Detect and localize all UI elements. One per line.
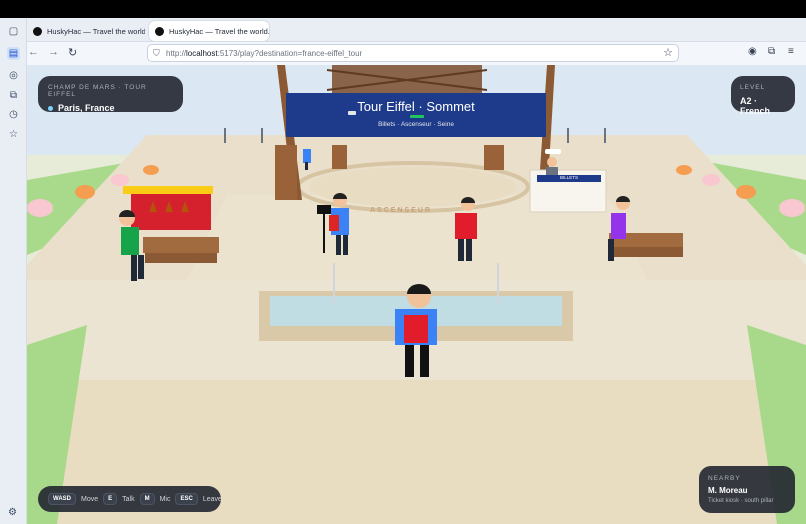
history-icon[interactable]: ◷ xyxy=(7,108,20,121)
bookmark-star-icon[interactable]: ☆ xyxy=(663,46,673,59)
tab-title: HuskyHac — Travel the world. L xyxy=(47,26,145,36)
tab-groups-icon[interactable]: ▢ xyxy=(7,25,20,38)
status-dot-icon xyxy=(48,105,53,111)
nearby-caption: NEARBY xyxy=(708,475,741,482)
tab-2[interactable]: HuskyHac — Travel the world. L ✕ xyxy=(149,21,269,41)
location-card: CHAMP DE MARS · TOUR EIFFEL Paris, Franc… xyxy=(38,76,183,113)
forward-button[interactable]: → xyxy=(48,46,59,58)
location-caption: CHAMP DE MARS · TOUR EIFFEL xyxy=(48,84,147,98)
nearby-name: M. Moreau xyxy=(708,486,748,495)
scene-canvas xyxy=(27,65,806,524)
key-esc: ESC xyxy=(175,493,198,505)
tab-strip: HuskyHac — Travel the world. L ✕ HuskyHa… xyxy=(0,18,806,54)
url-path: :5173/play?destination=france-eiffel_tou… xyxy=(217,48,363,58)
favicon-icon xyxy=(155,26,164,36)
settings-gear-icon[interactable]: ⚙ xyxy=(8,507,17,518)
extensions-ai-icon[interactable]: ◎ xyxy=(7,69,20,82)
window-top-bar xyxy=(0,0,806,18)
key-m: M xyxy=(139,493,155,505)
synced-tabs-icon[interactable]: ⧉ xyxy=(7,89,20,102)
browser-sidebar: ▢ ▤ ◎ ⧉ ◷ ☆ xyxy=(0,18,27,524)
action-mic: Mic xyxy=(159,495,171,503)
url-domain: localhost xyxy=(186,48,218,58)
action-leave: Leave xyxy=(202,495,222,503)
banner-title: Tour Eiffel · Sommet xyxy=(357,99,475,114)
level-value: A2 · French xyxy=(740,96,771,116)
account-icon[interactable]: ◉ xyxy=(748,46,757,57)
game-viewport[interactable]: Tour Eiffel · Sommet Billets · Ascenseur… xyxy=(27,65,806,524)
favicon-icon xyxy=(33,26,42,36)
level-caption: LEVEL xyxy=(740,84,766,91)
sidebar-toggle-icon[interactable]: ▤ xyxy=(7,47,20,60)
controls-bar: WASD Move E Talk M Mic ESC Leave xyxy=(38,486,222,512)
location-city: Paris, France xyxy=(58,103,115,113)
url-bar[interactable]: ⛉ http://localhost:5173/play?destination… xyxy=(147,44,679,62)
level-card: LEVEL A2 · French xyxy=(731,76,795,116)
reload-button[interactable]: ↻ xyxy=(68,46,77,59)
nav-bar: ← → ↻ ⛉ http://localhost:5173/play?desti… xyxy=(27,42,806,65)
banner-subtitle: Billets · Ascenseur · Seine xyxy=(378,121,454,128)
tab-title: HuskyHac — Travel the world. L xyxy=(169,26,269,36)
tab-1[interactable]: HuskyHac — Travel the world. L ✕ xyxy=(27,21,145,41)
nearby-card: NEARBY M. Moreau Ticket kiosk · south pi… xyxy=(699,466,795,513)
action-move: Move xyxy=(81,495,99,503)
bookmarks-icon[interactable]: ☆ xyxy=(7,128,20,141)
floor-label: ASCENSEUR xyxy=(370,207,432,214)
key-e: E xyxy=(103,493,118,505)
key-wasd: WASD xyxy=(48,493,76,505)
action-talk: Talk xyxy=(122,495,135,503)
shield-icon: ⛉ xyxy=(153,48,160,58)
kiosk-sign: BILLETS xyxy=(559,175,578,180)
extensions-icon[interactable]: ⧉ xyxy=(768,46,775,57)
menu-icon[interactable]: ≡ xyxy=(788,46,794,57)
nearby-detail: Ticket kiosk · south pillar xyxy=(708,498,774,504)
back-button[interactable]: ← xyxy=(28,46,39,58)
url-scheme: http:// xyxy=(166,48,187,58)
